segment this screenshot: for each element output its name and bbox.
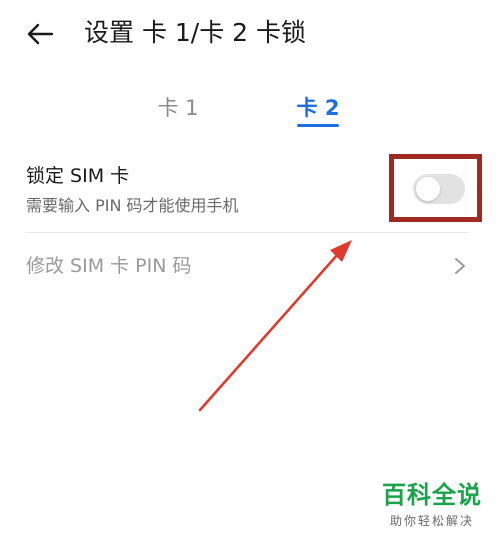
lock-sim-subtitle: 需要输入 PIN 码才能使用手机 [26, 196, 239, 215]
change-pin-label: 修改 SIM 卡 PIN 码 [26, 255, 192, 277]
tab-card-2[interactable]: 卡 2 [280, 88, 356, 134]
chevron-right-icon [455, 258, 465, 274]
sim-tabs: 卡 1 卡 2 [0, 88, 500, 134]
back-button[interactable] [22, 16, 58, 52]
annotation-highlight-box [389, 154, 482, 222]
watermark-title: 百科全说 [382, 481, 482, 509]
row-divider [26, 232, 468, 233]
change-pin-row[interactable]: 修改 SIM 卡 PIN 码 [0, 240, 500, 292]
watermark-logo: 百科全说 助你轻松解决 [372, 480, 492, 536]
tab-selected-indicator [297, 124, 339, 127]
arrow-left-icon [27, 23, 54, 45]
header-bar: 设置 卡 1/卡 2 卡锁 [0, 0, 500, 70]
watermark-subtitle: 助你轻松解决 [389, 514, 474, 528]
lock-sim-title: 锁定 SIM 卡 [26, 165, 130, 187]
tab-card-1[interactable]: 卡 1 [140, 88, 216, 134]
page-title: 设置 卡 1/卡 2 卡锁 [84, 18, 307, 47]
